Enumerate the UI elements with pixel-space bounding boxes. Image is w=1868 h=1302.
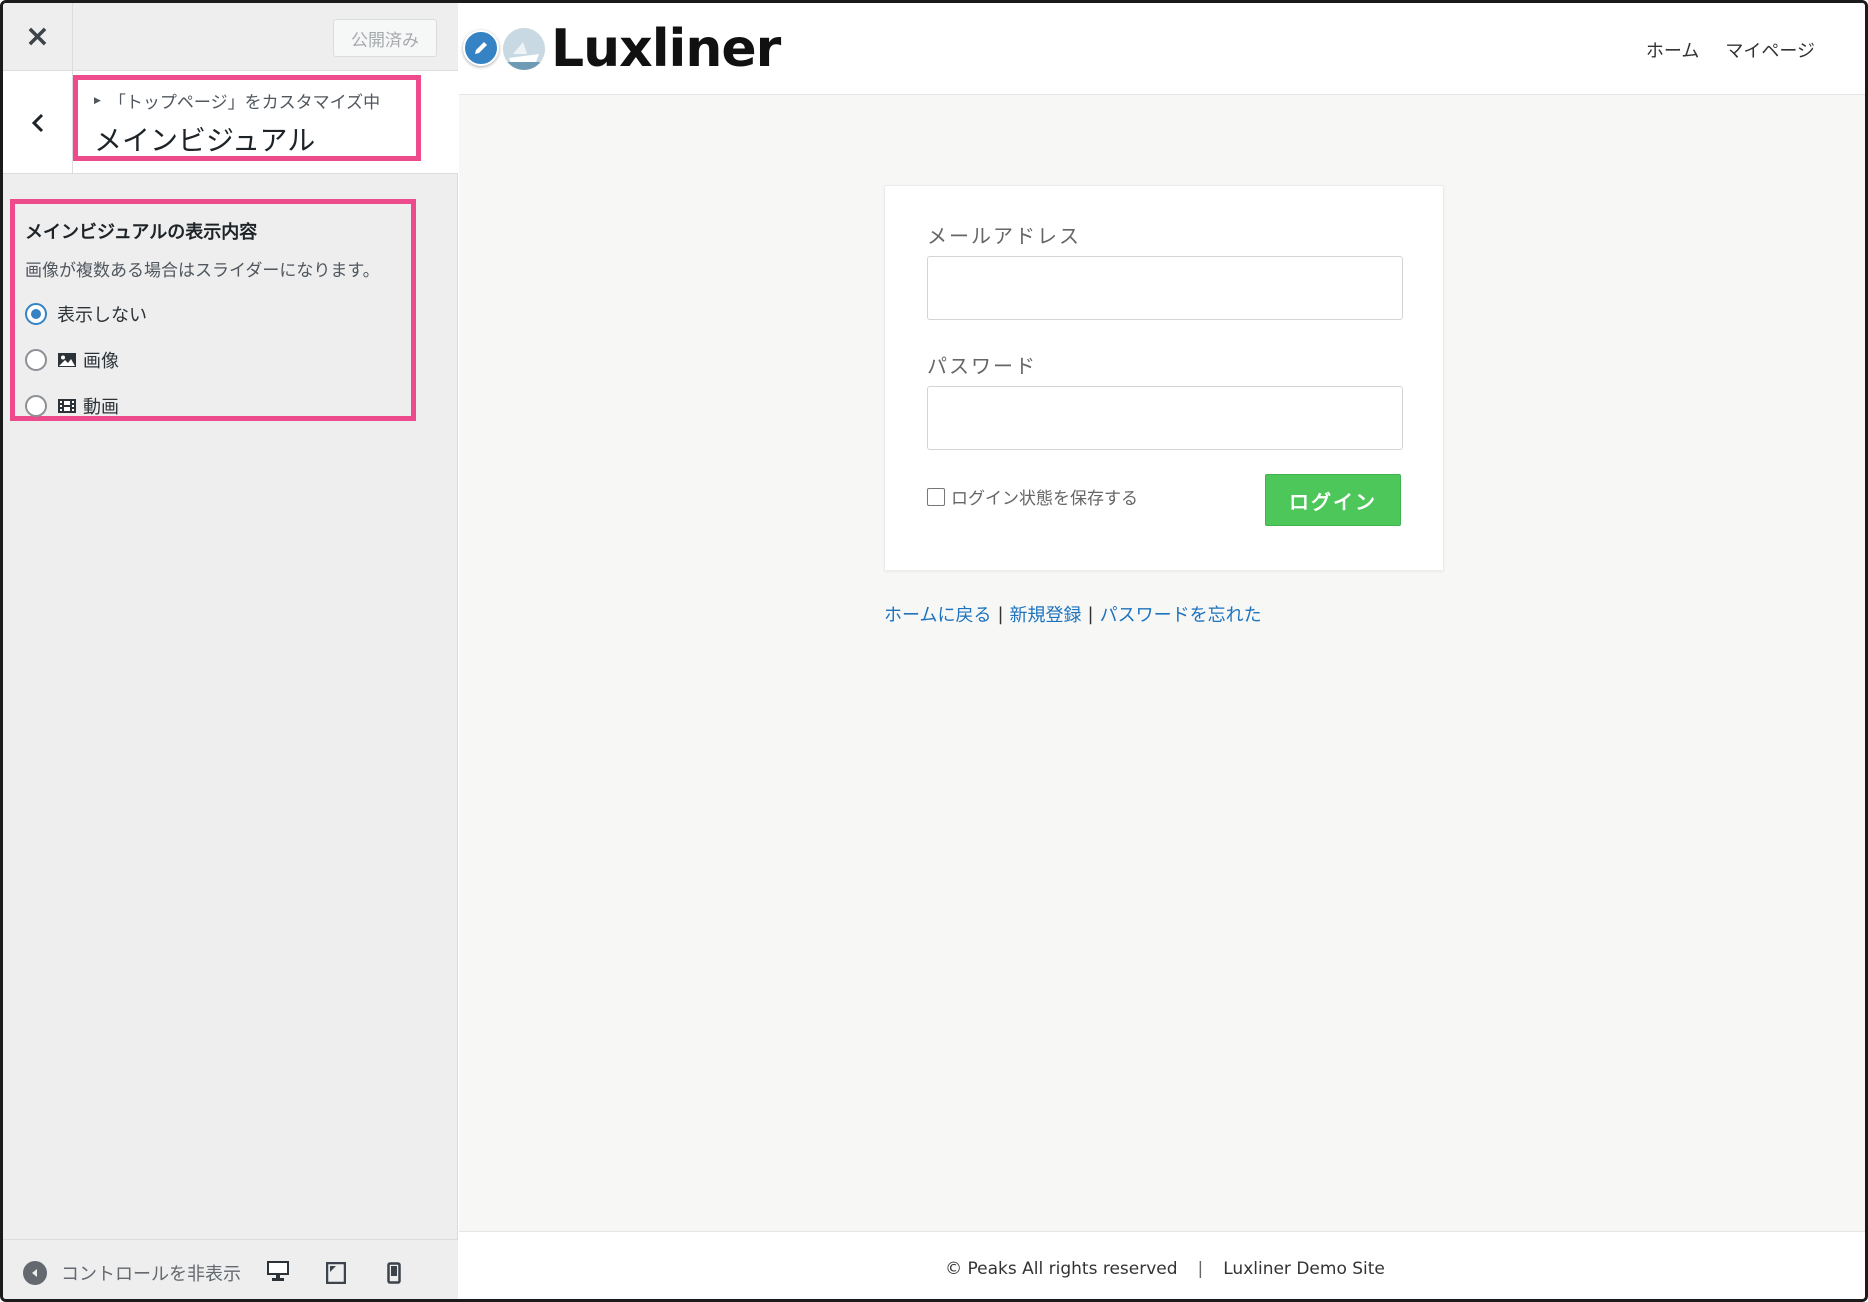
radio-label: 動画 bbox=[83, 396, 119, 418]
nav-item-mypage[interactable]: マイページ bbox=[1725, 37, 1815, 63]
logo-text: Luxliner bbox=[551, 19, 781, 79]
login-button[interactable]: ログイン bbox=[1265, 474, 1401, 526]
site-nav: ホーム マイページ bbox=[1646, 37, 1815, 63]
password-label: パスワード bbox=[927, 354, 1037, 378]
control-description: 画像が複数ある場合はスライダーになります。 bbox=[25, 261, 380, 281]
radio-button[interactable] bbox=[25, 394, 47, 417]
radio-label: 画像 bbox=[83, 350, 119, 372]
preview-tablet-button[interactable] bbox=[307, 1240, 365, 1299]
remember-label: ログイン状態を保存する bbox=[951, 489, 1138, 509]
password-field[interactable] bbox=[927, 386, 1403, 450]
link-separator: | bbox=[997, 603, 1004, 625]
control-title: メインビジュアルの表示内容 bbox=[25, 222, 258, 243]
window-frame: × 公開済み ▶ 「トップページ」をカスタマイズ中 メインビジュアル メインビジ… bbox=[0, 0, 1868, 1302]
site-preview: Luxliner ホーム マイページ メールアドレス パスワード ログイン状態を… bbox=[459, 3, 1865, 1299]
radio-button[interactable] bbox=[25, 302, 47, 325]
customizer-footer: コントロールを非表示 bbox=[3, 1239, 458, 1299]
site-logo[interactable]: Luxliner bbox=[503, 19, 781, 79]
preview-mobile-button[interactable] bbox=[365, 1240, 423, 1299]
email-field[interactable] bbox=[927, 256, 1403, 320]
publish-button[interactable]: 公開済み bbox=[333, 19, 437, 57]
edit-shortcut-button[interactable] bbox=[463, 30, 499, 66]
register-link[interactable]: 新規登録 bbox=[1010, 601, 1082, 627]
mobile-icon bbox=[387, 1262, 401, 1284]
video-icon bbox=[58, 398, 76, 413]
login-form: メールアドレス パスワード ログイン状態を保存する ログイン bbox=[884, 185, 1444, 571]
ship-logo-icon bbox=[503, 28, 545, 70]
auth-links: ホームに戻る | 新規登録 | パスワードを忘れた bbox=[884, 601, 1262, 627]
image-icon bbox=[58, 352, 76, 367]
radio-option-video[interactable]: 動画 bbox=[25, 392, 411, 419]
pencil-icon bbox=[475, 42, 487, 54]
chevron-left-icon bbox=[31, 113, 43, 132]
radio-label: 表示しない bbox=[57, 304, 147, 326]
site-footer: © Peaks All rights reserved | Luxliner D… bbox=[459, 1231, 1865, 1299]
forgot-password-link[interactable]: パスワードを忘れた bbox=[1100, 601, 1262, 627]
triangle-right-icon: ▶ bbox=[94, 95, 101, 106]
tablet-icon bbox=[326, 1262, 346, 1284]
radio-option-none[interactable]: 表示しない bbox=[25, 300, 411, 327]
desktop-icon bbox=[267, 1261, 289, 1281]
main-visual-control-highlight: メインビジュアルの表示内容 画像が複数ある場合はスライダーになります。 表示しな… bbox=[10, 199, 416, 421]
customizer-sidebar: × 公開済み ▶ 「トップページ」をカスタマイズ中 メインビジュアル メインビジ… bbox=[3, 3, 458, 1299]
section-title: メインビジュアル bbox=[94, 124, 316, 157]
site-header: Luxliner ホーム マイページ bbox=[459, 3, 1865, 95]
breadcrumb: ▶ 「トップページ」をカスタマイズ中 bbox=[94, 88, 416, 113]
radio-button[interactable] bbox=[25, 348, 47, 371]
close-icon: × bbox=[24, 19, 51, 54]
customizer-header: × 公開済み bbox=[3, 3, 458, 71]
collapse-controls-button[interactable]: コントロールを非表示 bbox=[23, 1260, 243, 1286]
copyright-text: © Peaks All rights reserved bbox=[945, 1258, 1178, 1279]
nav-item-home[interactable]: ホーム bbox=[1646, 37, 1699, 63]
arrow-left-circle-icon bbox=[23, 1261, 47, 1285]
remember-checkbox[interactable] bbox=[927, 487, 945, 506]
email-label: メールアドレス bbox=[927, 224, 1081, 248]
radio-option-image[interactable]: 画像 bbox=[25, 346, 411, 373]
back-to-home-link[interactable]: ホームに戻る bbox=[884, 601, 991, 627]
section-title-highlight: ▶ 「トップページ」をカスタマイズ中 メインビジュアル bbox=[73, 75, 421, 161]
remember-me[interactable]: ログイン状態を保存する bbox=[927, 484, 1138, 509]
preview-desktop-button[interactable] bbox=[249, 1240, 307, 1299]
breadcrumb-text: 「トップページ」をカスタマイズ中 bbox=[108, 93, 381, 113]
section-header: ▶ 「トップページ」をカスタマイズ中 メインビジュアル bbox=[3, 71, 458, 174]
footer-site-name: Luxliner Demo Site bbox=[1223, 1258, 1385, 1279]
collapse-label: コントロールを非表示 bbox=[61, 1264, 241, 1285]
back-button[interactable] bbox=[3, 71, 73, 174]
link-separator: | bbox=[1087, 603, 1094, 625]
footer-separator: | bbox=[1197, 1258, 1204, 1279]
close-customizer-button[interactable]: × bbox=[3, 3, 73, 71]
